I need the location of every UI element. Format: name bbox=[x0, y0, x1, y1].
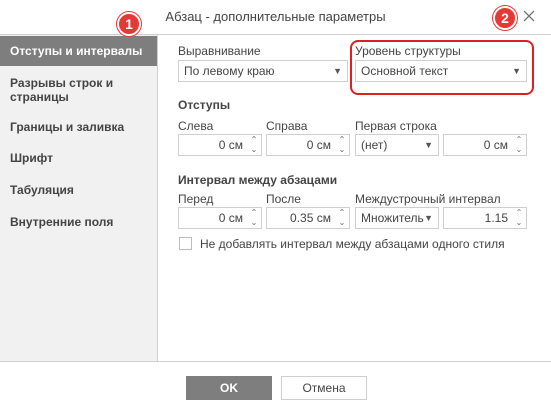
stepper-arrows[interactable]: ⌃ ⌄ bbox=[247, 208, 261, 228]
chevron-up-icon[interactable]: ⌃ bbox=[514, 208, 524, 218]
sidebar-item-line-page-breaks[interactable]: Разрывы строк и страницы bbox=[0, 76, 130, 104]
spacing-before-label: Перед bbox=[178, 192, 214, 206]
first-line-value: 0 см bbox=[483, 138, 508, 152]
chevron-up-icon[interactable]: ⌃ bbox=[249, 208, 259, 218]
sidebar-item-inner-margins[interactable]: Внутренние поля bbox=[0, 215, 157, 229]
sidebar-item-borders-fill[interactable]: Границы и заливка bbox=[0, 120, 157, 134]
indent-left-label: Слева bbox=[178, 119, 214, 133]
line-spacing-stepper[interactable]: 1.15 ⌃ ⌄ bbox=[443, 207, 527, 229]
spacing-after-value: 0.35 см bbox=[290, 211, 331, 225]
chevron-down-icon[interactable]: ⌄ bbox=[514, 218, 524, 228]
chevron-down-icon[interactable]: ⌄ bbox=[249, 145, 259, 155]
chevron-down-icon: ▼ bbox=[424, 140, 433, 150]
chevron-down-icon: ▼ bbox=[333, 66, 342, 76]
dialog-footer: OK Отмена bbox=[0, 361, 551, 409]
sidebar-item-tabs[interactable]: Табуляция bbox=[0, 183, 157, 197]
cancel-button[interactable]: Отмена bbox=[281, 376, 367, 400]
first-line-label: Первая строка bbox=[355, 119, 437, 133]
no-spacing-same-style-checkbox[interactable] bbox=[179, 237, 192, 250]
indent-left-stepper[interactable]: 0 см ⌃ ⌄ bbox=[178, 134, 262, 156]
spacing-section-title: Интервал между абзацами bbox=[178, 173, 338, 187]
chevron-down-icon[interactable]: ⌄ bbox=[249, 218, 259, 228]
spacing-after-stepper[interactable]: 0.35 см ⌃ ⌄ bbox=[266, 207, 350, 229]
first-line-type-select[interactable]: (нет) ▼ bbox=[355, 134, 439, 156]
no-spacing-same-style-label: Не добавлять интервал между абзацами одн… bbox=[200, 237, 505, 251]
alignment-value: По левому краю bbox=[184, 64, 275, 78]
indent-right-label: Справа bbox=[266, 119, 308, 133]
sidebar: Отступы и интервалы Разрывы строк и стра… bbox=[0, 35, 158, 361]
indent-right-value: 0 см bbox=[306, 138, 331, 152]
close-icon[interactable] bbox=[521, 8, 537, 24]
dialog-title: Абзац - дополнительные параметры bbox=[165, 9, 386, 24]
first-line-type-value: (нет) bbox=[361, 138, 388, 152]
indent-right-stepper[interactable]: 0 см ⌃ ⌄ bbox=[266, 134, 350, 156]
alignment-label: Выравнивание bbox=[178, 44, 261, 58]
stepper-arrows[interactable]: ⌃ ⌄ bbox=[335, 208, 349, 228]
line-spacing-type-value: Множитель bbox=[361, 211, 424, 225]
alignment-select[interactable]: По левому краю ▼ bbox=[178, 60, 348, 82]
chevron-down-icon[interactable]: ⌄ bbox=[337, 218, 347, 228]
chevron-up-icon[interactable]: ⌃ bbox=[249, 135, 259, 145]
line-spacing-value: 1.15 bbox=[484, 211, 508, 225]
stepper-arrows[interactable]: ⌃ ⌄ bbox=[512, 135, 526, 155]
sidebar-item-font[interactable]: Шрифт bbox=[0, 151, 157, 165]
indents-section-title: Отступы bbox=[178, 98, 231, 112]
line-spacing-type-select[interactable]: Множитель ▼ bbox=[355, 207, 439, 229]
ok-button[interactable]: OK bbox=[186, 376, 272, 400]
dialog-titlebar: Абзац - дополнительные параметры bbox=[0, 0, 551, 35]
stepper-arrows[interactable]: ⌃ ⌄ bbox=[512, 208, 526, 228]
spacing-before-value: 0 см bbox=[218, 211, 243, 225]
line-spacing-label: Междустрочный интервал bbox=[355, 192, 501, 206]
chevron-up-icon[interactable]: ⌃ bbox=[514, 135, 524, 145]
indent-left-value: 0 см bbox=[218, 138, 243, 152]
spacing-before-stepper[interactable]: 0 см ⌃ ⌄ bbox=[178, 207, 262, 229]
chevron-down-icon[interactable]: ⌄ bbox=[514, 145, 524, 155]
chevron-up-icon[interactable]: ⌃ bbox=[337, 135, 347, 145]
stepper-arrows[interactable]: ⌃ ⌄ bbox=[335, 135, 349, 155]
step-badge-2: 2 bbox=[493, 6, 517, 30]
step-badge-1: 1 bbox=[117, 12, 141, 36]
chevron-up-icon[interactable]: ⌃ bbox=[337, 208, 347, 218]
stepper-arrows[interactable]: ⌃ ⌄ bbox=[247, 135, 261, 155]
sidebar-item-indents-spacing[interactable]: Отступы и интервалы bbox=[0, 36, 157, 66]
highlight-outline-level bbox=[350, 40, 534, 95]
spacing-after-label: После bbox=[266, 192, 301, 206]
first-line-stepper[interactable]: 0 см ⌃ ⌄ bbox=[443, 134, 527, 156]
chevron-down-icon[interactable]: ⌄ bbox=[337, 145, 347, 155]
chevron-down-icon: ▼ bbox=[424, 213, 433, 223]
